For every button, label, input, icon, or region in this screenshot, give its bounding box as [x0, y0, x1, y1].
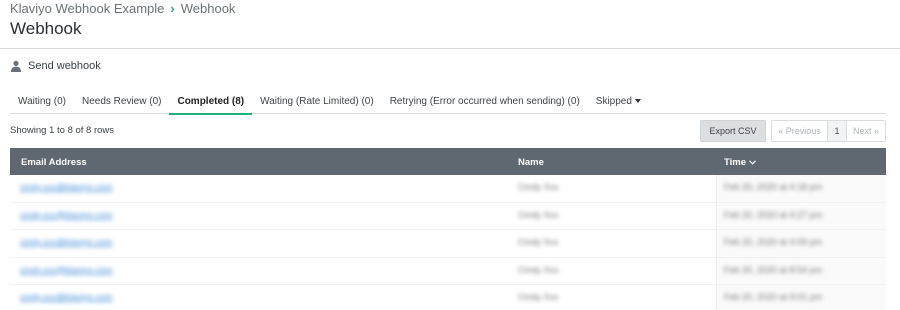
row-time: Feb 20, 2020 at 8:54 pm — [724, 264, 823, 275]
breadcrumb: Klaviyo Webhook Example › Webhook — [10, 1, 235, 16]
row-name: Cindy Xxx — [518, 237, 559, 247]
tab-skipped[interactable]: Skipped — [588, 92, 649, 114]
table-row: cindy.xxx@klaviyo.com Cindy Xxx Feb 20, … — [10, 175, 886, 203]
page-title: Webhook — [10, 19, 82, 38]
tab-waiting[interactable]: Waiting (0) — [10, 92, 74, 114]
row-name: Cindy Xxx — [518, 292, 559, 302]
table-row: cindy.xxx@klaviyo.com Cindy Xxx Feb 20, … — [10, 203, 886, 230]
tab-needs-review[interactable]: Needs Review (0) — [74, 92, 169, 114]
column-header-time-label: Time — [724, 157, 747, 168]
row-time: Feb 20, 2020 at 4:27 pm — [724, 209, 823, 220]
export-csv-button[interactable]: Export CSV — [700, 120, 766, 142]
person-icon — [11, 60, 21, 72]
chevron-down-icon — [749, 160, 756, 165]
table-body: cindy.xxx@klaviyo.com Cindy Xxx Feb 20, … — [10, 175, 886, 310]
pagination: « Previous 1 Next » — [771, 120, 886, 142]
status-tabs: Waiting (0) Needs Review (0) Completed (… — [10, 92, 886, 115]
webhook-table: Email Address Name Time cindy.xxx@klaviy… — [10, 148, 886, 310]
tab-waiting-rate-limited[interactable]: Waiting (Rate Limited) (0) — [252, 92, 382, 114]
chevron-right-icon: › — [170, 1, 175, 16]
row-email-link[interactable]: cindy.xxx@klaviyo.com — [20, 292, 113, 302]
column-header-email[interactable]: Email Address — [21, 157, 87, 168]
previous-page-button[interactable]: « Previous — [772, 121, 828, 141]
send-webhook-button[interactable]: Send webhook — [10, 60, 101, 72]
breadcrumb-current: Webhook — [180, 1, 236, 16]
tab-retrying[interactable]: Retrying (Error occurred when sending) (… — [382, 92, 588, 114]
table-row: cindy.xxx@klaviyo.com Cindy Xxx Feb 20, … — [10, 230, 886, 258]
column-header-time[interactable]: Time — [724, 157, 756, 168]
row-name: Cindy Xxx — [518, 264, 559, 275]
row-email-link[interactable]: cindy.xxx@klaviyo.com — [20, 237, 113, 247]
tab-completed[interactable]: Completed (8) — [169, 92, 252, 115]
row-email-link[interactable]: cindy.xxx@klaviyo.com — [20, 265, 113, 275]
row-time: Feb 20, 2020 at 4:09 pm — [724, 237, 823, 247]
row-email-link[interactable]: cindy.xxx@klaviyo.com — [20, 210, 113, 220]
row-email-link[interactable]: cindy.xxx@klaviyo.com — [20, 182, 113, 192]
row-time: Feb 20, 2020 at 4:18 pm — [724, 182, 823, 192]
row-name: Cindy Xxx — [518, 209, 559, 220]
table-header: Email Address Name Time — [10, 148, 886, 175]
tab-skipped-label: Skipped — [595, 96, 632, 107]
column-header-name[interactable]: Name — [518, 157, 544, 168]
breadcrumb-parent[interactable]: Klaviyo Webhook Example — [10, 1, 164, 16]
send-webhook-label: Send webhook — [28, 60, 101, 72]
caret-down-icon — [634, 99, 641, 103]
table-row: cindy.xxx@klaviyo.com Cindy Xxx Feb 20, … — [10, 285, 886, 310]
header-divider — [0, 48, 900, 49]
table-row: cindy.xxx@klaviyo.com Cindy Xxx Feb 20, … — [10, 258, 886, 285]
next-page-button[interactable]: Next » — [847, 121, 885, 141]
rows-summary: Showing 1 to 8 of 8 rows — [10, 125, 115, 136]
row-time: Feb 20, 2020 at 9:01 pm — [724, 292, 823, 302]
row-name: Cindy Xxx — [518, 182, 559, 192]
page-number-button[interactable]: 1 — [828, 121, 847, 141]
